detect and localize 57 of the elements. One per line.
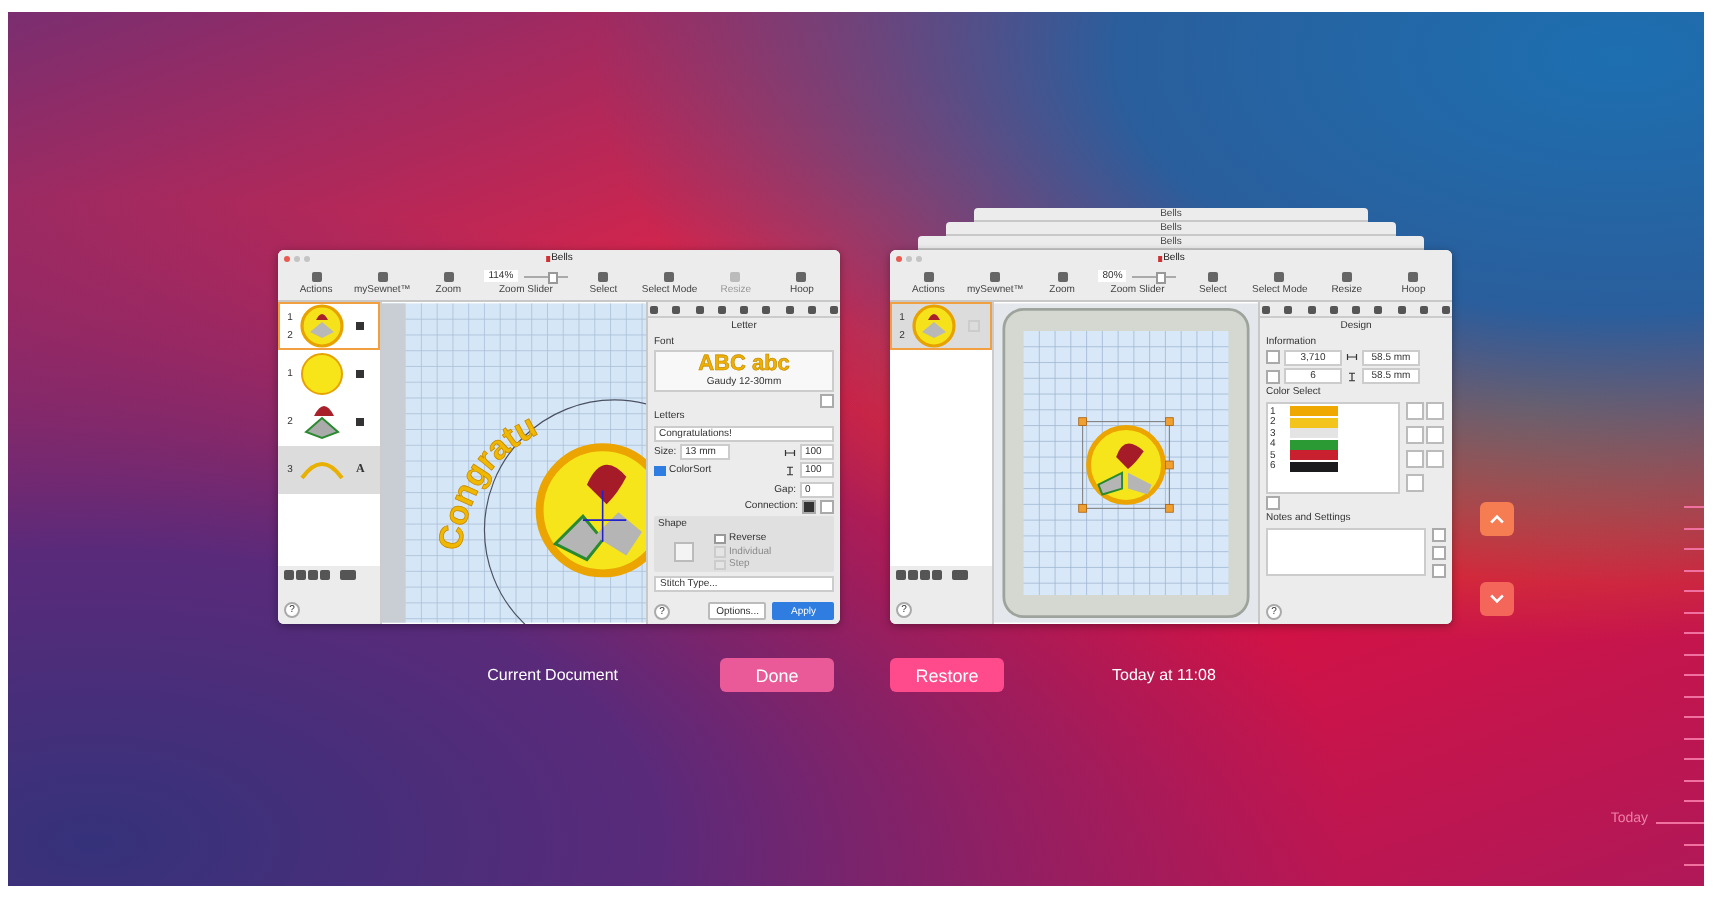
toolbar-icon[interactable] [377,271,388,281]
toolbar-icon[interactable] [1274,271,1285,281]
panel-tab-icon[interactable] [740,305,748,313]
panel-tab-icon[interactable] [1352,305,1360,313]
option-checkbox[interactable] [714,533,725,545]
chevron-down-icon [1490,594,1504,604]
toolbar-icon[interactable] [664,271,675,281]
panel-tab-icon[interactable] [1397,305,1405,313]
toolbar-icon[interactable] [990,271,1001,281]
thread-color-swatch[interactable] [1290,439,1338,450]
thread-color-swatch[interactable] [1290,406,1338,417]
panel-tab-icon[interactable] [1262,305,1270,313]
toolbar-icon[interactable] [796,271,807,281]
panel-tab-icon[interactable] [1307,305,1315,313]
panel-tab-icon[interactable] [1329,305,1338,313]
toolbar-icon[interactable] [923,271,934,281]
panel-tab-icon[interactable] [1442,305,1450,313]
badge-drawing [1086,425,1166,505]
panel-tab-icon[interactable] [1419,305,1428,313]
toolbar-icon[interactable] [1341,271,1352,281]
caption: Current Document [487,666,618,684]
down-arrow-button[interactable] [1480,582,1514,616]
chevron-up-icon [1490,514,1504,524]
panel-tab-icon[interactable] [762,305,771,313]
panel-tab-icon[interactable] [717,305,726,313]
thread-color-swatch[interactable] [1290,450,1338,461]
panel-tab-icon[interactable] [830,305,838,313]
grid-icon[interactable] [952,570,968,580]
panel-tab-icon[interactable] [1374,305,1383,313]
panel-tab-icon[interactable] [1284,305,1293,313]
colorsort-checkbox[interactable] [654,465,665,477]
document-icon [1157,255,1162,261]
thread-color-swatch[interactable] [1290,417,1338,428]
selection-handles[interactable] [1078,417,1174,513]
toolbar-icon[interactable] [311,271,322,281]
toolbar-icon[interactable] [443,271,454,281]
app-window[interactable] [278,250,840,624]
up-arrow-button[interactable] [1480,502,1514,536]
document-icon [545,255,550,261]
panel-tab-icon[interactable] [785,305,793,313]
panel-tab-icon[interactable] [672,305,681,313]
grid-icon[interactable] [340,570,356,580]
thread-color-swatch[interactable] [1290,461,1338,472]
width-icon [1346,352,1358,363]
timestamp: Today at 11:08 [1112,666,1216,684]
thread-color-swatch[interactable] [1290,428,1338,439]
height-icon [1346,371,1358,382]
toolbar-icon[interactable] [1057,271,1068,281]
toolbar-icon[interactable] [1207,271,1218,281]
width-icon [784,447,796,458]
panel-tab-icon[interactable] [807,305,816,313]
height-icon [784,465,796,476]
toolbar-icon[interactable] [598,271,609,281]
notes-field[interactable] [1266,527,1426,576]
panel-tab-icon[interactable] [695,305,703,313]
toolbar-icon[interactable] [1408,271,1419,281]
panel-tab-icon[interactable] [650,305,658,313]
